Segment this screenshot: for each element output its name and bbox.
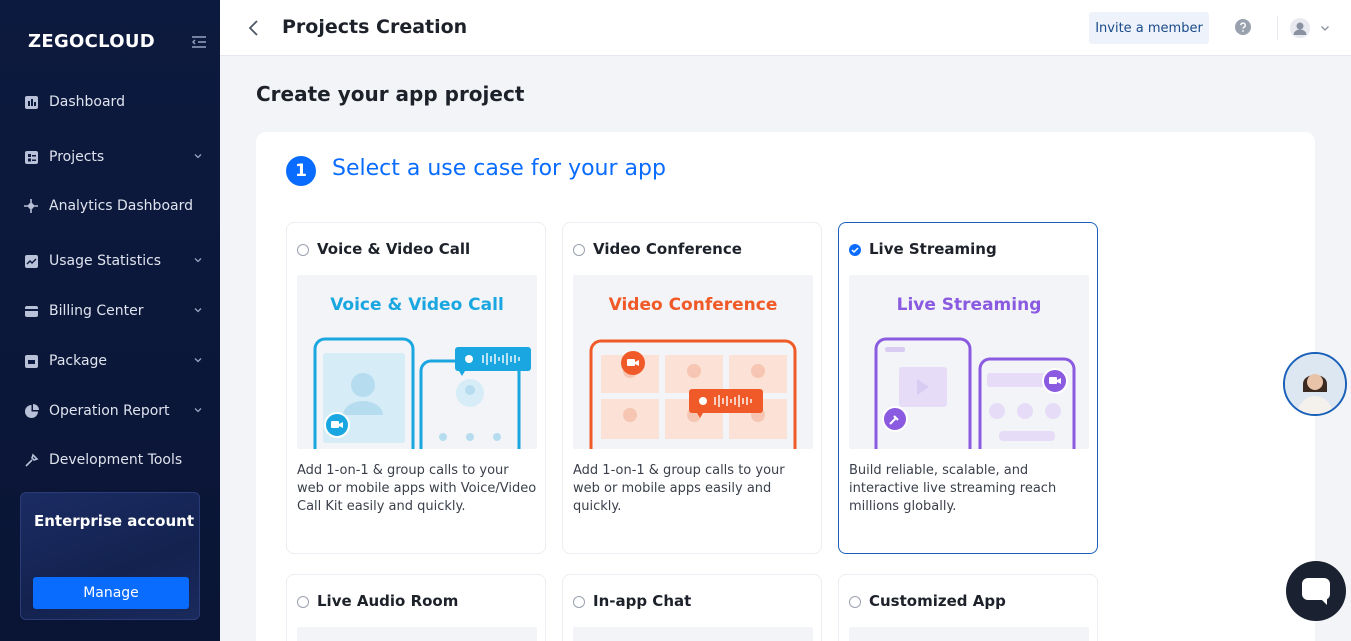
sidebar-item-dashboard[interactable]: Dashboard [0, 82, 220, 122]
card-title: Voice & Video Call [317, 240, 471, 258]
check-icon [851, 247, 859, 254]
tools-icon [23, 452, 39, 468]
sidebar-item-label: Analytics Dashboard [49, 198, 193, 214]
radio-button[interactable] [573, 244, 585, 256]
video-conference-illustration [589, 339, 797, 449]
card-description: Add 1-on-1 & group calls to your web or … [297, 463, 537, 514]
sidebar-item-label: Billing Center [49, 303, 144, 319]
card-preview-image [297, 627, 537, 641]
chevron-down-icon [194, 308, 202, 313]
chevron-down-icon [194, 358, 202, 363]
chevron-down-icon [194, 408, 202, 413]
sidebar-item-package[interactable]: Package [0, 341, 220, 381]
card-title: Live Audio Room [317, 592, 459, 610]
card-preview-image [573, 627, 813, 641]
radio-button[interactable] [297, 596, 309, 608]
use-case-card-live-audio-room[interactable]: Live Audio Room [286, 574, 546, 641]
help-icon[interactable] [1235, 19, 1251, 35]
package-icon [23, 353, 39, 369]
card-preview-image: Live Streaming [849, 275, 1089, 449]
chevron-down-icon [194, 258, 202, 263]
sidebar-item-label: Usage Statistics [49, 253, 162, 269]
card-title: Video Conference [593, 240, 742, 258]
sidebar-item-label: Package [49, 353, 108, 369]
live-streaming-illustration [874, 337, 1076, 449]
chevron-down-icon[interactable] [1320, 23, 1330, 33]
projects-icon [23, 149, 39, 165]
dashboard-icon [23, 94, 39, 110]
assistant-portrait-icon [1285, 354, 1345, 414]
sidebar-item-label: Operation Report [49, 403, 170, 419]
sidebar: ZEGOCLOUD Dashboard Projects Analytics D… [0, 0, 220, 641]
report-icon [23, 403, 39, 419]
sidebar-item-operation-report[interactable]: Operation Report [0, 391, 220, 431]
card-description: Build reliable, scalable, and interactiv… [849, 463, 1057, 514]
card-description: Add 1-on-1 & group calls to your web or … [573, 463, 785, 514]
sidebar-item-billing-center[interactable]: Billing Center [0, 291, 220, 331]
card-preview-image: Voice & Video Call [297, 275, 537, 449]
usage-icon [23, 253, 39, 269]
card-title: In-app Chat [593, 592, 692, 610]
sidebar-item-analytics-dashboard[interactable]: Analytics Dashboard [0, 186, 220, 226]
collapse-sidebar-icon[interactable] [190, 33, 208, 51]
use-case-card-voice-video-call[interactable]: Voice & Video Call Voice & Video Call Ad… [286, 222, 546, 554]
assistant-avatar[interactable] [1283, 352, 1347, 416]
topbar-divider [1277, 16, 1278, 40]
chevron-down-icon [194, 154, 202, 159]
billing-icon [23, 303, 39, 319]
sidebar-item-label: Development Tools [49, 452, 183, 468]
voice-video-illustration [313, 337, 531, 449]
use-case-card-live-streaming[interactable]: Live Streaming Live Streaming Build reli… [838, 222, 1098, 554]
invite-member-button[interactable]: Invite a member [1089, 12, 1209, 44]
sidebar-item-development-tools[interactable]: Development Tools [0, 450, 220, 472]
user-avatar-icon[interactable] [1290, 18, 1310, 38]
card-preview-image [849, 627, 1089, 641]
manage-button[interactable]: Manage [33, 577, 189, 609]
radio-button[interactable] [297, 244, 309, 256]
step-title: Select a use case for your app [332, 156, 666, 181]
card-title: Live Streaming [869, 240, 997, 258]
sidebar-item-usage-statistics[interactable]: Usage Statistics [0, 241, 220, 281]
radio-button[interactable] [573, 596, 585, 608]
radio-button[interactable] [849, 596, 861, 608]
chat-bubble-icon [1302, 578, 1330, 605]
zegocloud-logo[interactable]: ZEGOCLOUD [28, 31, 155, 52]
card-title: Customized App [869, 592, 1006, 610]
use-case-card-customized-app[interactable]: Customized App [838, 574, 1098, 641]
page-title: Projects Creation [282, 16, 468, 38]
back-arrow-icon[interactable] [247, 19, 261, 37]
step-number-badge: 1 [286, 156, 316, 186]
sidebar-item-projects[interactable]: Projects [0, 137, 220, 177]
chat-support-button[interactable] [1286, 561, 1346, 621]
sidebar-item-label: Projects [49, 149, 105, 165]
analytics-icon [23, 198, 39, 214]
main-heading: Create your app project [256, 82, 525, 106]
card-preview-image: Video Conference [573, 275, 813, 449]
enterprise-account-card: Enterprise account Manage [20, 492, 200, 620]
sidebar-item-label: Dashboard [49, 94, 125, 110]
top-bar: Projects Creation Invite a member [220, 0, 1351, 56]
radio-button-checked[interactable] [849, 244, 861, 256]
enterprise-account-title: Enterprise account [34, 512, 195, 530]
use-case-card-in-app-chat[interactable]: In-app Chat [562, 574, 822, 641]
use-case-card-video-conference[interactable]: Video Conference Video Conference Add 1-… [562, 222, 822, 554]
